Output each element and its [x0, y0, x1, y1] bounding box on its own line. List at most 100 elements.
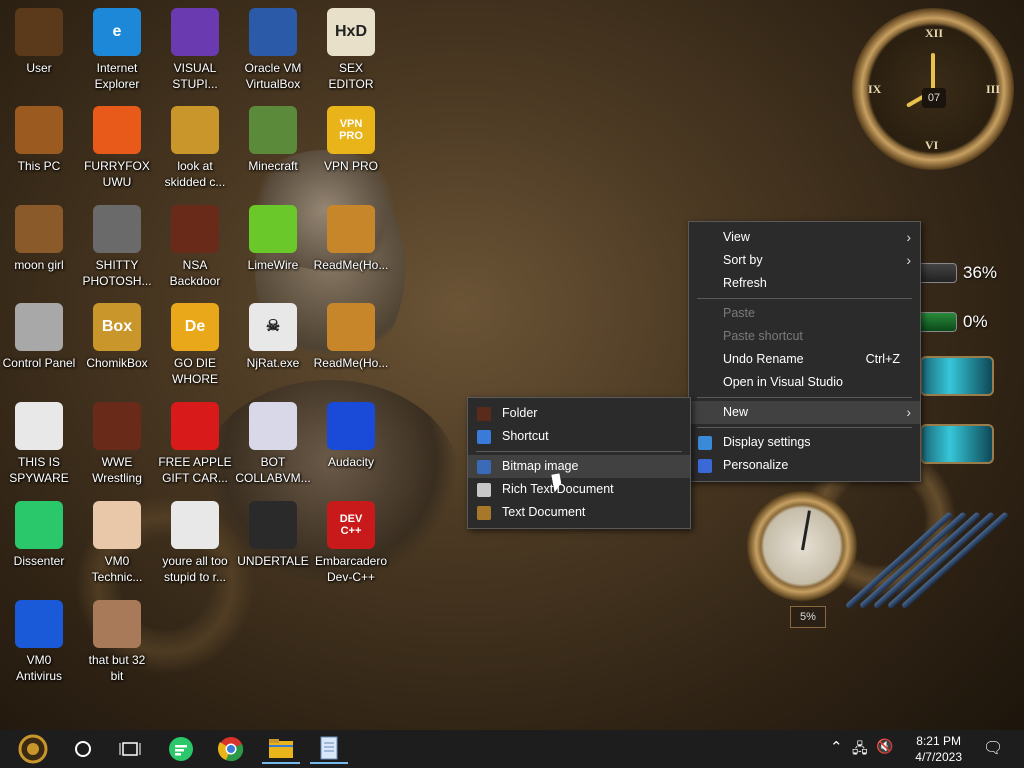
desktop-icon[interactable]: ReadMe(Ho... [312, 303, 390, 371]
ram-meter-gadget: 0% [915, 307, 988, 337]
start-button[interactable] [10, 734, 56, 764]
menu-item-display-settings[interactable]: Display settings [689, 431, 920, 454]
menu-item-sort-by[interactable]: Sort by › [689, 249, 920, 272]
desktop-context-menu: View › Sort by › Refresh Paste Paste shortcut U… [688, 221, 921, 482]
desktop-icon-label: FURRYFOX UWU [84, 159, 150, 189]
desktop-icon[interactable]: ☠ NjRat.exe [234, 303, 312, 371]
desktop-icon[interactable]: Audacity [312, 402, 390, 470]
task-view-button[interactable] [112, 734, 148, 764]
desktop-icon[interactable]: ReadMe(Ho... [312, 205, 390, 273]
chevron-right-icon: › [906, 229, 911, 245]
clock-minute-hand [931, 53, 935, 91]
menu-item-shortcut: Ctrl+Z [865, 352, 900, 366]
desktop-icon[interactable]: Minecraft [234, 106, 312, 174]
desktop-icon[interactable]: BOT COLLABVM... [234, 402, 312, 486]
menu-item-new[interactable]: New › [689, 401, 920, 424]
desktop-icon[interactable]: VM0 Technic... [78, 501, 156, 585]
menu-item-bitmap-image[interactable]: Bitmap image [468, 455, 690, 478]
menu-item-label: Shortcut [502, 429, 549, 443]
desktop-icon[interactable]: Box ChomikBox [78, 303, 156, 371]
menu-item-paste[interactable]: Paste [689, 302, 920, 325]
desktop-icon[interactable]: De GO DIE WHORE [156, 303, 234, 387]
menu-item-icon [477, 407, 491, 421]
taskbar-notepad[interactable] [310, 734, 348, 764]
desktop-icon[interactable]: moon girl [0, 205, 78, 273]
desktop-icon-image [93, 106, 141, 154]
taskbar: ⌃ 🖧 🔇 8:21 PM 4/7/2023 🗨 [0, 730, 1024, 768]
desktop-icon-image [171, 501, 219, 549]
clock-numeral-12: XII [925, 26, 944, 40]
desktop-icon[interactable]: VPN PRO VPN PRO [312, 106, 390, 174]
taskbar-dissenter[interactable] [162, 734, 200, 764]
desktop-icon[interactable]: youre all too stupid to r... [156, 501, 234, 585]
desktop-icon-label: LimeWire [247, 258, 299, 272]
cpu-meter-value: 36% [963, 263, 998, 282]
new-submenu: Folder Shortcut Bitmap image Rich Text Docu… [467, 397, 691, 529]
taskbar-file-explorer[interactable] [262, 734, 300, 764]
cpu-meter-gadget: 36% [915, 258, 997, 288]
menu-item-shortcut[interactable]: Shortcut [468, 425, 690, 448]
search-button[interactable] [66, 734, 100, 764]
clock-gadget[interactable]: XII III VI IX 07 [852, 8, 1014, 170]
desktop-icon[interactable]: Dissenter [0, 501, 78, 569]
menu-item-label: View [723, 230, 750, 244]
desktop-icon[interactable]: SHITTY PHOTOSH... [78, 205, 156, 289]
desktop-icon[interactable]: VM0 Antivirus [0, 600, 78, 684]
desktop-icon[interactable]: FREE APPLE GIFT CAR... [156, 402, 234, 486]
menu-item-rich-text-document[interactable]: Rich Text Document [468, 478, 690, 501]
desktop-icon[interactable]: WWE Wrestling [78, 402, 156, 486]
menu-item-icon [698, 459, 712, 473]
desktop-icon[interactable]: e Internet Explorer [78, 8, 156, 92]
taskbar-chrome[interactable] [212, 734, 250, 764]
desktop-icon-image: e [93, 8, 141, 56]
desktop-icon-label: VPN PRO [323, 159, 378, 173]
menu-item-view[interactable]: View › [689, 226, 920, 249]
desktop-icon-image [93, 402, 141, 450]
desktop-icon[interactable]: FURRYFOX UWU [78, 106, 156, 190]
desktop-icon[interactable]: that but 32 bit [78, 600, 156, 684]
desktop-icon[interactable]: Control Panel [0, 303, 78, 371]
menu-item-label: Text Document [502, 505, 586, 519]
desktop-icon[interactable]: VISUAL STUPI... [156, 8, 234, 92]
desktop-icon-label: VM0 Technic... [91, 554, 143, 584]
desktop-icon-image [249, 8, 297, 56]
desktop-icon-image [15, 402, 63, 450]
desktop-icon[interactable]: Oracle VM VirtualBox [234, 8, 312, 92]
desktop-icon-label: THIS IS SPYWARE [9, 455, 69, 485]
desktop-icon-image [171, 106, 219, 154]
network-icon[interactable]: 🖧 [852, 738, 868, 762]
desktop-icon-image [93, 501, 141, 549]
desktop-icon[interactable]: DEV C++ Embarcadero Dev-C++ [312, 501, 390, 585]
menu-item-open-in-visual-studio[interactable]: Open in Visual Studio [689, 371, 920, 394]
desktop-icon-image [249, 106, 297, 154]
desktop-icon-label: that but 32 bit [88, 653, 146, 683]
notification-center-icon[interactable]: 🗨 [983, 738, 1003, 758]
tray-chevron-up-icon[interactable]: ⌃ [830, 738, 843, 756]
desktop-icon-label: WWE Wrestling [92, 455, 142, 485]
notepad-icon [320, 736, 338, 760]
desktop[interactable]: User e Internet Explorer VISUAL STUPI... Ora… [0, 0, 1024, 730]
clock-numeral-3: III [986, 82, 1001, 96]
menu-item-undo-rename[interactable]: Undo Rename Ctrl+Z [689, 348, 920, 371]
desktop-icon[interactable]: look at skidded c... [156, 106, 234, 190]
menu-item-personalize[interactable]: Personalize [689, 454, 920, 477]
desktop-icon[interactable]: UNDERTALE [234, 501, 312, 569]
desktop-icon[interactable]: User [0, 8, 78, 76]
volume-muted-icon[interactable]: 🔇 [876, 738, 893, 755]
desktop-icon-label: Internet Explorer [94, 61, 140, 91]
menu-item-paste-shortcut[interactable]: Paste shortcut [689, 325, 920, 348]
menu-item-folder[interactable]: Folder [468, 402, 690, 425]
desktop-icon[interactable]: This PC [0, 106, 78, 174]
desktop-icon[interactable]: HxD SEX EDITOR [312, 8, 390, 92]
desktop-icon[interactable]: NSA Backdoor [156, 205, 234, 289]
cpu-meter-tube [915, 263, 957, 283]
desktop-icon[interactable]: THIS IS SPYWARE [0, 402, 78, 486]
menu-item-text-document[interactable]: Text Document [468, 501, 690, 524]
desktop-icon-image [171, 8, 219, 56]
menu-item-refresh[interactable]: Refresh [689, 272, 920, 295]
taskbar-clock[interactable]: 8:21 PM 4/7/2023 [915, 733, 962, 765]
desktop-icon-image [15, 8, 63, 56]
desktop-icon[interactable]: LimeWire [234, 205, 312, 273]
chrome-icon [218, 737, 244, 762]
menu-item-label: Personalize [723, 458, 789, 472]
